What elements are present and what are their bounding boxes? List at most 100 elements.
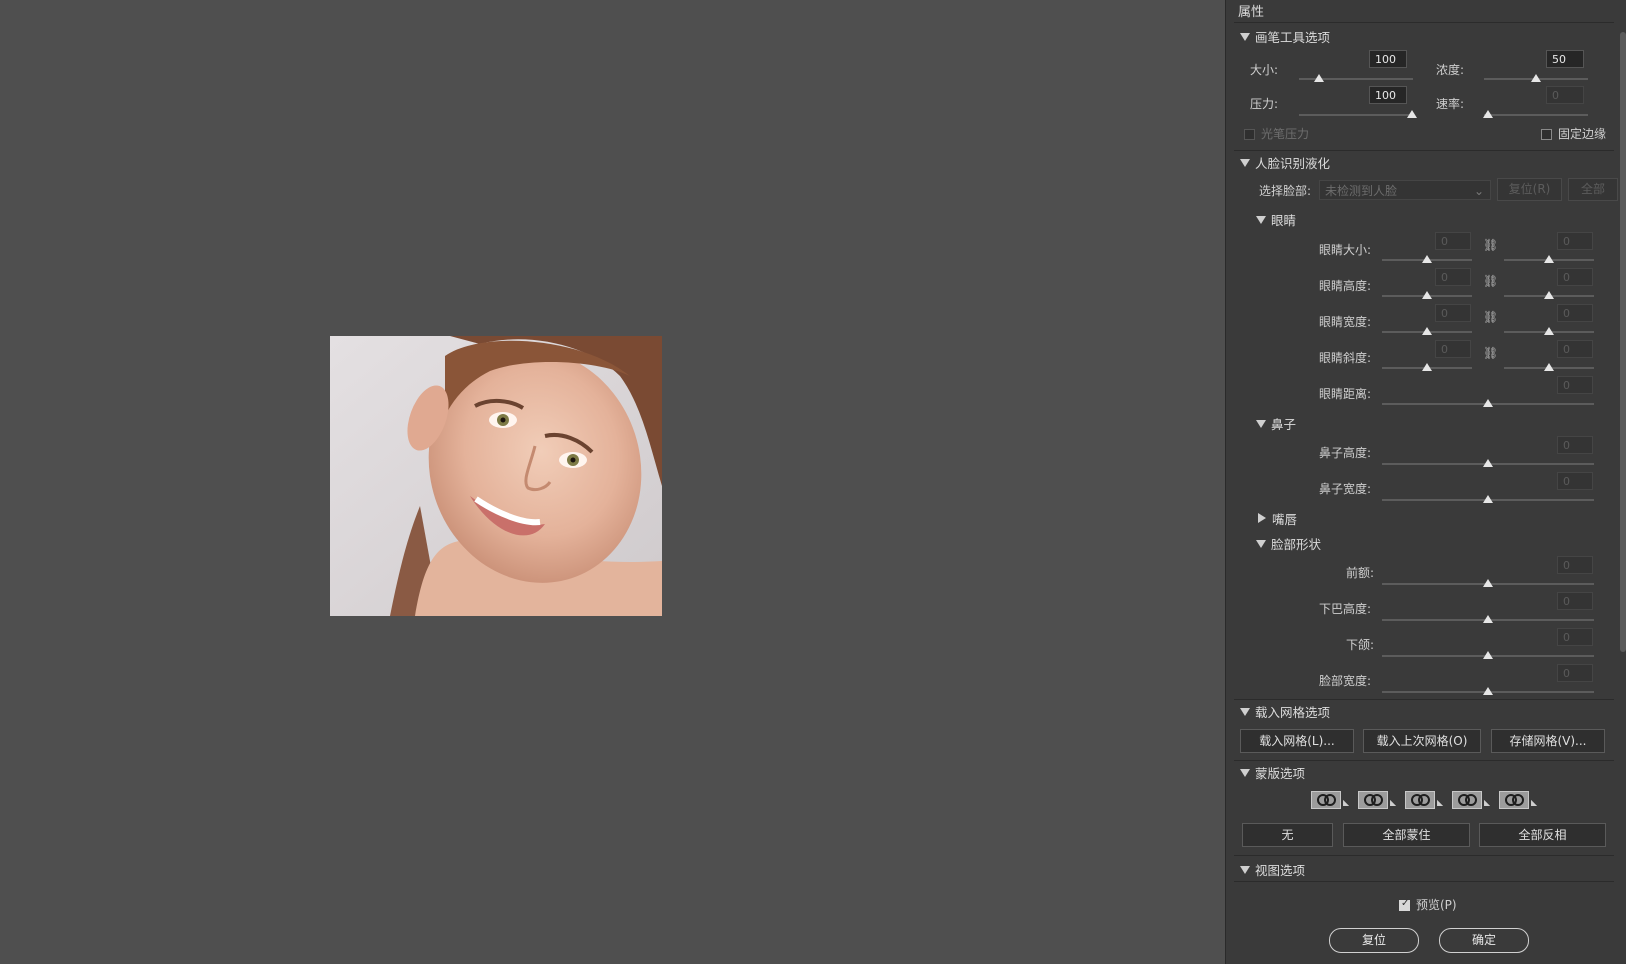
face-all-button[interactable]: 全部 bbox=[1568, 178, 1618, 201]
jaw-input[interactable]: 0 bbox=[1557, 628, 1593, 646]
dropdown-arrow-icon[interactable]: ◣ bbox=[1390, 798, 1396, 807]
rate-slider[interactable] bbox=[1484, 114, 1588, 116]
nose-height-input[interactable]: 0 bbox=[1557, 436, 1593, 454]
slider-thumb[interactable] bbox=[1483, 687, 1493, 695]
select-face-value: 未检测到人脸 bbox=[1325, 184, 1398, 198]
chain-link-icon[interactable]: ⛓ bbox=[1483, 346, 1498, 360]
view-options-header[interactable]: 视图选项 bbox=[1240, 860, 1305, 879]
pin-edges-checkbox[interactable] bbox=[1541, 129, 1552, 140]
eye-tilt-right-input[interactable]: 0 bbox=[1557, 340, 1593, 358]
expand-triangle-icon bbox=[1240, 769, 1250, 777]
nose-width-input[interactable]: 0 bbox=[1557, 472, 1593, 490]
expand-triangle-icon bbox=[1240, 159, 1250, 167]
save-mesh-button[interactable]: 存储网格(V)... bbox=[1491, 729, 1605, 753]
divider bbox=[1234, 150, 1614, 151]
properties-panel: 属性 画笔工具选项 大小: 100 浓度: 50 压力: 100 速率: 0 光… bbox=[1225, 0, 1626, 964]
chain-link-icon[interactable]: ⛓ bbox=[1483, 274, 1498, 288]
eye-tilt-left-input[interactable]: 0 bbox=[1435, 340, 1471, 358]
ok-button[interactable]: 确定 bbox=[1439, 928, 1529, 953]
scrollbar-thumb[interactable] bbox=[1620, 32, 1626, 652]
dropdown-arrow-icon[interactable]: ◣ bbox=[1531, 798, 1537, 807]
mesh-options-header[interactable]: 载入网格选项 bbox=[1240, 702, 1330, 721]
density-input[interactable]: 50 bbox=[1546, 50, 1584, 68]
divider bbox=[1234, 855, 1614, 856]
load-mesh-button[interactable]: 载入网格(L)... bbox=[1240, 729, 1354, 753]
eye-tilt-label: 眼睛斜度: bbox=[1319, 351, 1372, 365]
divider bbox=[1234, 22, 1614, 23]
size-slider-thumb[interactable] bbox=[1314, 74, 1324, 82]
panel-scrollbar[interactable] bbox=[1619, 22, 1626, 877]
slider-thumb[interactable] bbox=[1422, 255, 1432, 263]
face-width-input[interactable]: 0 bbox=[1557, 664, 1593, 682]
slider-thumb[interactable] bbox=[1544, 363, 1554, 371]
pressure-input[interactable]: 100 bbox=[1369, 86, 1407, 104]
slider-thumb[interactable] bbox=[1544, 291, 1554, 299]
mask-subtract-icon[interactable] bbox=[1405, 791, 1435, 809]
mask-replace-icon[interactable] bbox=[1311, 791, 1341, 809]
slider-thumb[interactable] bbox=[1422, 291, 1432, 299]
stylus-pressure-label: 光笔压力 bbox=[1261, 127, 1310, 141]
chain-link-icon[interactable]: ⛓ bbox=[1483, 238, 1498, 252]
brush-options-header[interactable]: 画笔工具选项 bbox=[1240, 27, 1330, 46]
rate-input[interactable]: 0 bbox=[1546, 86, 1584, 104]
eye-height-label: 眼睛高度: bbox=[1319, 279, 1372, 293]
canvas-area[interactable] bbox=[0, 0, 1225, 964]
eye-width-right-input[interactable]: 0 bbox=[1557, 304, 1593, 322]
stylus-pressure-checkbox[interactable] bbox=[1244, 129, 1255, 140]
forehead-label: 前额: bbox=[1346, 566, 1375, 580]
eye-distance-input[interactable]: 0 bbox=[1557, 376, 1593, 394]
slider-thumb[interactable] bbox=[1483, 459, 1493, 467]
mask-all-button[interactable]: 全部蒙住 bbox=[1343, 823, 1470, 847]
eye-height-left-input[interactable]: 0 bbox=[1435, 268, 1471, 286]
divider bbox=[1234, 760, 1614, 761]
mouth-header[interactable]: 嘴唇 bbox=[1258, 509, 1297, 528]
slider-thumb[interactable] bbox=[1483, 495, 1493, 503]
pressure-slider[interactable] bbox=[1299, 114, 1413, 116]
slider-thumb[interactable] bbox=[1483, 399, 1493, 407]
face-liquify-header[interactable]: 人脸识别液化 bbox=[1240, 153, 1330, 172]
dropdown-arrow-icon[interactable]: ◣ bbox=[1484, 798, 1490, 807]
slider-thumb[interactable] bbox=[1544, 327, 1554, 335]
slider-thumb[interactable] bbox=[1422, 363, 1432, 371]
nose-header[interactable]: 鼻子 bbox=[1256, 414, 1296, 433]
eyes-header[interactable]: 眼睛 bbox=[1256, 210, 1296, 229]
rate-slider-thumb[interactable] bbox=[1483, 110, 1493, 118]
eye-height-right-input[interactable]: 0 bbox=[1557, 268, 1593, 286]
dropdown-arrow-icon[interactable]: ◣ bbox=[1343, 798, 1349, 807]
dropdown-arrow-icon[interactable]: ◣ bbox=[1437, 798, 1443, 807]
invert-all-button[interactable]: 全部反相 bbox=[1479, 823, 1606, 847]
pressure-slider-thumb[interactable] bbox=[1407, 110, 1417, 118]
density-label: 浓度: bbox=[1436, 63, 1465, 77]
select-face-label: 选择脸部: bbox=[1259, 184, 1312, 198]
select-face-dropdown[interactable]: 未检测到人脸 ⌄ bbox=[1319, 180, 1491, 200]
load-last-mesh-button[interactable]: 载入上次网格(O) bbox=[1363, 729, 1481, 753]
preview-label: 预览(P) bbox=[1416, 898, 1457, 912]
eye-width-left-input[interactable]: 0 bbox=[1435, 304, 1471, 322]
chin-height-label: 下巴高度: bbox=[1319, 602, 1372, 616]
eye-width-label: 眼睛宽度: bbox=[1319, 315, 1372, 329]
slider-thumb[interactable] bbox=[1483, 651, 1493, 659]
face-reset-button[interactable]: 复位(R) bbox=[1497, 178, 1562, 201]
slider-thumb[interactable] bbox=[1544, 255, 1554, 263]
slider-thumb[interactable] bbox=[1422, 327, 1432, 335]
reset-button[interactable]: 复位 bbox=[1329, 928, 1419, 953]
pin-edges-label: 固定边缘 bbox=[1558, 127, 1607, 141]
chain-link-icon[interactable]: ⛓ bbox=[1483, 310, 1498, 324]
face-width-label: 脸部宽度: bbox=[1319, 674, 1372, 688]
size-input[interactable]: 100 bbox=[1369, 50, 1407, 68]
mask-add-icon[interactable] bbox=[1358, 791, 1388, 809]
portrait-photo[interactable] bbox=[330, 336, 662, 616]
slider-thumb[interactable] bbox=[1483, 579, 1493, 587]
mask-invert-icon[interactable] bbox=[1499, 791, 1529, 809]
mask-intersect-icon[interactable] bbox=[1452, 791, 1482, 809]
mask-none-button[interactable]: 无 bbox=[1242, 823, 1333, 847]
density-slider-thumb[interactable] bbox=[1531, 74, 1541, 82]
preview-checkbox[interactable] bbox=[1399, 898, 1410, 911]
forehead-input[interactable]: 0 bbox=[1557, 556, 1593, 574]
face-shape-header[interactable]: 脸部形状 bbox=[1256, 534, 1321, 553]
eye-size-right-input[interactable]: 0 bbox=[1557, 232, 1593, 250]
slider-thumb[interactable] bbox=[1483, 615, 1493, 623]
eye-size-left-input[interactable]: 0 bbox=[1435, 232, 1471, 250]
chin-height-input[interactable]: 0 bbox=[1557, 592, 1593, 610]
mask-options-header[interactable]: 蒙版选项 bbox=[1240, 763, 1305, 782]
